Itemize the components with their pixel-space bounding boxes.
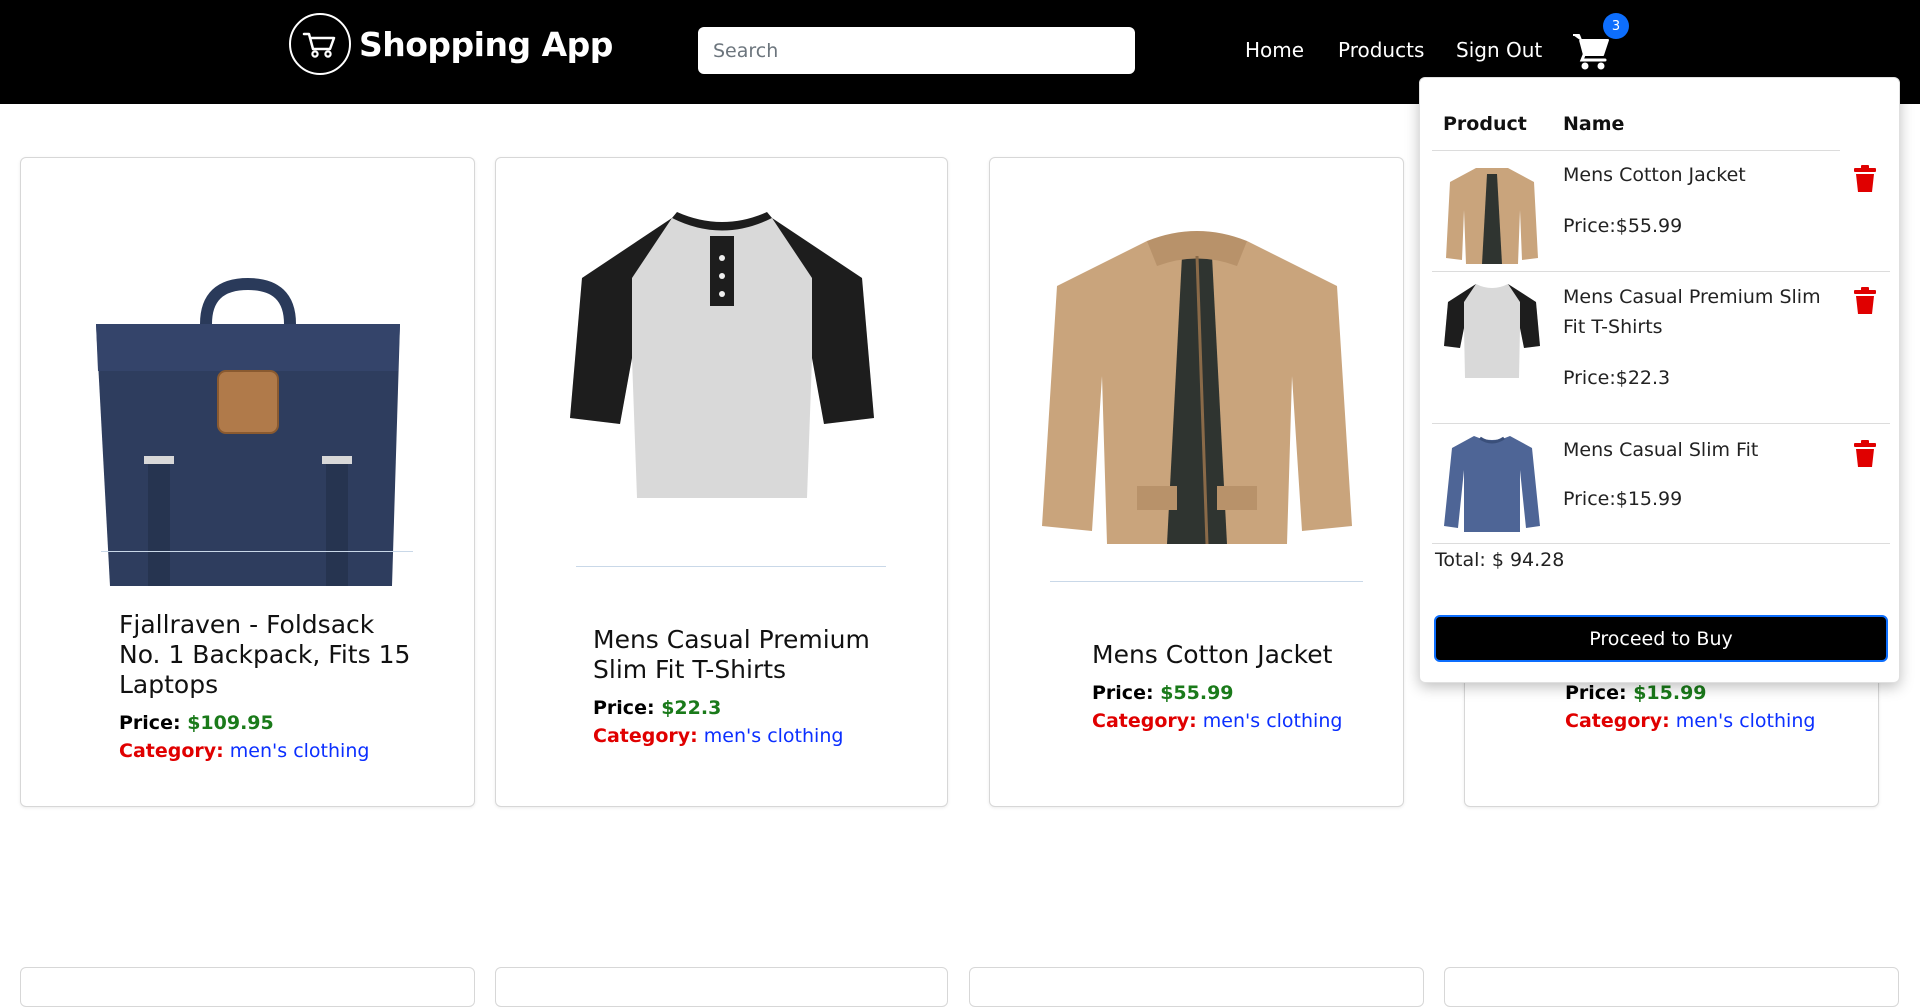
- cart-divider: [1432, 423, 1890, 424]
- product-card[interactable]: Mens Casual Premium Slim Fit T-Shirts Pr…: [495, 157, 948, 807]
- cart-item-image-sweater: [1442, 430, 1542, 535]
- product-card[interactable]: [495, 967, 948, 1007]
- product-title: Mens Cotton Jacket: [1092, 640, 1333, 669]
- product-info: Fjallraven - Foldsack No. 1 Backpack, Fi…: [119, 610, 419, 762]
- cart-item-name: Mens Casual Premium Slim Fit T-Shirts: [1563, 286, 1821, 338]
- product-category: Category: men's clothing: [1092, 710, 1343, 732]
- product-image-tshirt: [496, 208, 947, 508]
- product-price: Price: $109.95: [119, 712, 274, 734]
- cart-divider: [1432, 271, 1890, 272]
- product-image-backpack: [21, 196, 474, 676]
- card-divider: [1050, 581, 1363, 582]
- product-card[interactable]: [969, 967, 1424, 1007]
- product-category: Category: men's clothing: [1565, 710, 1816, 732]
- nav-products[interactable]: Products: [1338, 38, 1424, 62]
- cart-col-name: Name: [1563, 113, 1625, 135]
- delete-trash-icon[interactable]: [1852, 287, 1878, 315]
- brand-title: Shopping App: [359, 24, 613, 64]
- cart-item-price: Price:$22.3: [1563, 367, 1671, 389]
- product-card[interactable]: [1444, 967, 1899, 1007]
- delete-trash-icon[interactable]: [1852, 440, 1878, 468]
- cart-item-name: Mens Cotton Jacket: [1563, 164, 1746, 186]
- cart-item-name: Mens Casual Slim Fit: [1563, 439, 1759, 461]
- search-input[interactable]: [698, 27, 1135, 74]
- product-info: Mens Casual Premium Slim Fit T-Shirts Pr…: [593, 625, 893, 747]
- cart-count-badge: 3: [1603, 13, 1629, 39]
- product-title: Mens Casual Premium Slim Fit T-Shirts: [593, 625, 870, 684]
- product-category: Category: men's clothing: [119, 740, 370, 762]
- cart-dropdown: Product Name Mens Cotton Jacket Price:$5…: [1419, 77, 1900, 683]
- product-info: Price: $15.99 Category: men's clothing: [1565, 682, 1865, 732]
- cart-logo-icon: [289, 13, 351, 75]
- brand[interactable]: Shopping App: [289, 13, 613, 75]
- cart-item-image-jacket: [1442, 160, 1542, 265]
- nav-sign-out[interactable]: Sign Out: [1456, 38, 1542, 62]
- delete-trash-icon[interactable]: [1852, 165, 1878, 193]
- cart-item-price: Price:$55.99: [1563, 215, 1683, 237]
- product-category: Category: men's clothing: [593, 725, 844, 747]
- cart-col-product: Product: [1443, 113, 1527, 135]
- proceed-to-buy-button[interactable]: Proceed to Buy: [1434, 615, 1888, 662]
- product-card[interactable]: Mens Cotton Jacket Price: $55.99 Categor…: [989, 157, 1404, 807]
- product-price: Price: $15.99: [1565, 682, 1707, 704]
- card-divider: [101, 551, 413, 552]
- cart-divider: [1432, 150, 1840, 151]
- cart-item-image-tshirt: [1442, 278, 1542, 383]
- nav-home[interactable]: Home: [1245, 38, 1304, 62]
- product-info: Mens Cotton Jacket Price: $55.99 Categor…: [1092, 640, 1392, 732]
- cart-divider: [1432, 543, 1890, 544]
- product-title: Fjallraven - Foldsack No. 1 Backpack, Fi…: [119, 610, 411, 699]
- product-card[interactable]: [20, 967, 475, 1007]
- card-divider: [576, 566, 886, 567]
- product-price: Price: $55.99: [1092, 682, 1234, 704]
- cart-item-price: Price:$15.99: [1563, 488, 1683, 510]
- product-image-jacket: [990, 226, 1403, 546]
- product-card[interactable]: Fjallraven - Foldsack No. 1 Backpack, Fi…: [20, 157, 475, 807]
- product-price: Price: $22.3: [593, 697, 722, 719]
- cart-total: Total: $ 94.28: [1435, 549, 1565, 571]
- cart-button[interactable]: [1570, 30, 1612, 72]
- shopping-cart-icon: [1573, 34, 1609, 70]
